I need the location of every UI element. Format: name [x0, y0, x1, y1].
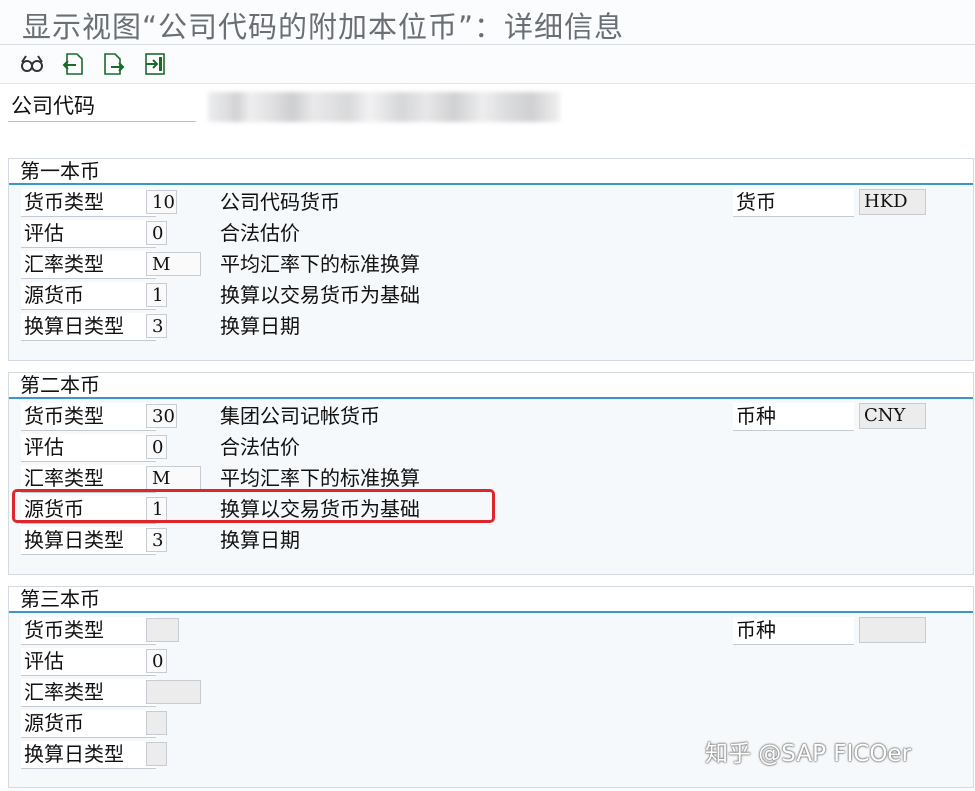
field-value-translation-date-type[interactable]: 3 — [146, 528, 167, 552]
field-value-translation-date-type[interactable]: 3 — [146, 314, 167, 338]
currency-label: 币种 — [733, 617, 854, 645]
currency-label: 币种 — [733, 403, 854, 431]
field-value-translation-date-type[interactable] — [146, 742, 167, 766]
field-label-source-currency: 源货币 — [21, 282, 156, 310]
field-value-source-currency[interactable]: 1 — [146, 283, 167, 307]
group-title: 第二本币 — [20, 373, 100, 397]
group-title: 第一本币 — [20, 159, 100, 183]
currency-label: 货币 — [733, 189, 854, 217]
field-value-rate-type[interactable]: M — [146, 466, 201, 490]
currency-value[interactable]: CNY — [859, 403, 926, 429]
field-desc-rate-type: 平均汇率下的标准换算 — [220, 252, 420, 276]
exit-doc-icon[interactable] — [142, 51, 168, 77]
title-bar: 显示视图“公司代码的附加本位币”：详细信息 — [0, 0, 975, 45]
field-desc-currency-type: 公司代码货币 — [220, 190, 340, 214]
field-label-currency-type: 货币类型 — [21, 403, 156, 431]
field-desc-valuation: 合法估价 — [220, 435, 300, 459]
field-label-translation-date-type: 换算日类型 — [21, 313, 156, 341]
field-label-translation-date-type: 换算日类型 — [21, 741, 156, 769]
field-value-currency-type[interactable]: 10 — [146, 190, 177, 214]
field-value-valuation[interactable]: 0 — [146, 435, 167, 459]
field-desc-source-currency: 换算以交易货币为基础 — [220, 283, 420, 307]
field-label-currency-type: 货币类型 — [21, 617, 156, 645]
field-label-currency-type: 货币类型 — [21, 189, 156, 217]
field-value-currency-type[interactable] — [146, 618, 179, 642]
toolbar — [0, 45, 975, 84]
group-title: 第三本币 — [20, 587, 100, 611]
glasses-icon[interactable] — [19, 51, 45, 77]
group-first-local-currency: 第一本币 货币类型 10 公司代码货币 评估 0 合法估价 汇率类型 M 平均汇… — [8, 158, 974, 361]
field-value-valuation[interactable]: 0 — [146, 221, 167, 245]
field-label-translation-date-type: 换算日类型 — [21, 527, 156, 555]
field-label-rate-type: 汇率类型 — [21, 251, 156, 279]
field-value-rate-type[interactable]: M — [146, 252, 201, 276]
field-label-valuation: 评估 — [21, 434, 156, 462]
currency-value[interactable]: HKD — [859, 189, 926, 215]
field-value-currency-type[interactable]: 30 — [146, 404, 177, 428]
field-desc-rate-type: 平均汇率下的标准换算 — [220, 466, 420, 490]
currency-value[interactable] — [859, 617, 926, 643]
field-label-valuation: 评估 — [21, 220, 156, 248]
highlight-box — [12, 489, 495, 523]
field-desc-translation-date-type: 换算日期 — [220, 528, 300, 552]
back-doc-icon[interactable] — [60, 51, 86, 77]
window-title: 显示视图“公司代码的附加本位币”：详细信息 — [22, 10, 625, 44]
field-value-rate-type[interactable] — [146, 680, 201, 704]
watermark: 知乎 @SAP FICOer — [705, 741, 912, 767]
field-label-rate-type: 汇率类型 — [21, 679, 156, 707]
field-value-valuation[interactable]: 0 — [146, 649, 167, 673]
forward-doc-icon[interactable] — [101, 51, 127, 77]
field-desc-translation-date-type: 换算日期 — [220, 314, 300, 338]
company-code-label: 公司代码 — [8, 92, 196, 122]
group-second-local-currency: 第二本币 货币类型 30 集团公司记帐货币 评估 0 合法估价 汇率类型 M 平… — [8, 372, 974, 575]
field-value-source-currency[interactable] — [146, 711, 167, 735]
field-label-source-currency: 源货币 — [21, 710, 156, 738]
company-code-value-blurred — [208, 92, 560, 122]
field-desc-currency-type: 集团公司记帐货币 — [220, 404, 380, 428]
field-label-valuation: 评估 — [21, 648, 156, 676]
field-desc-valuation: 合法估价 — [220, 221, 300, 245]
company-code-row: 公司代码 — [8, 92, 968, 124]
